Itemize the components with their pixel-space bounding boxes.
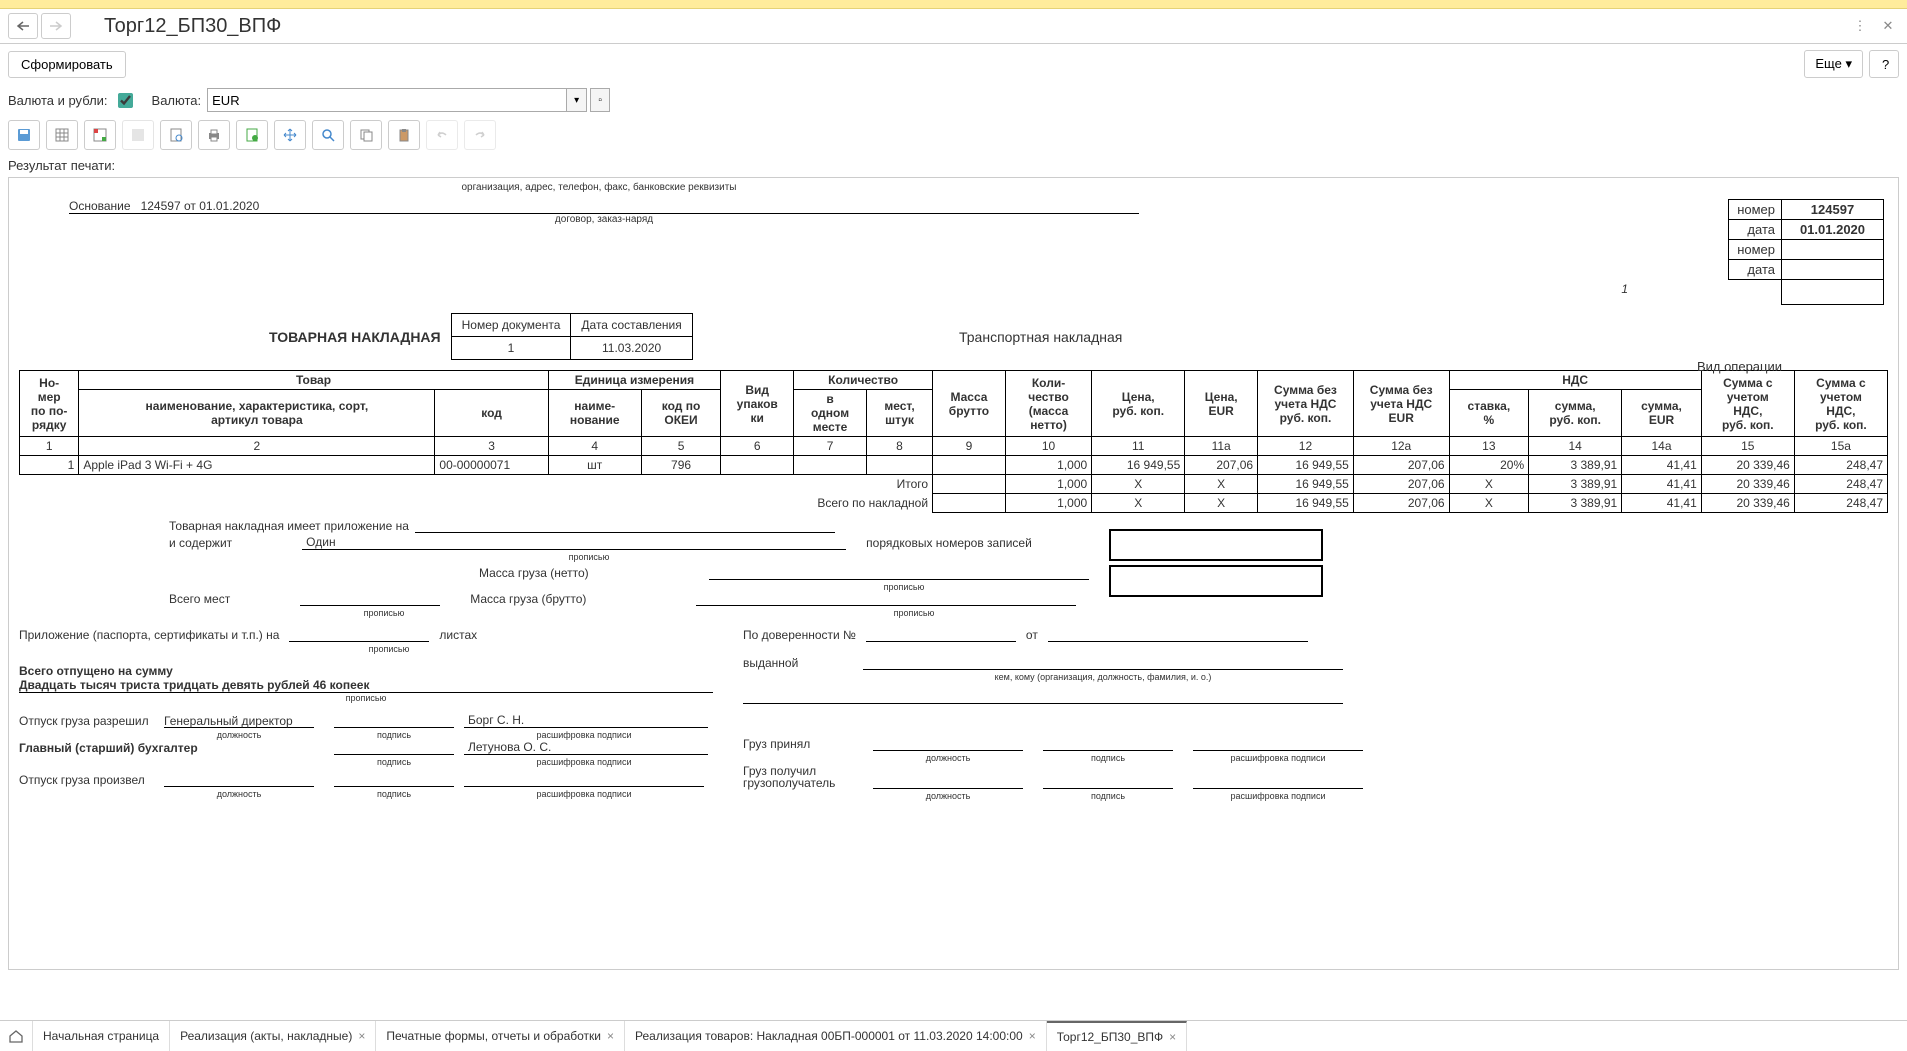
redo-icon[interactable]: [464, 120, 496, 150]
currency-rubles-checkbox[interactable]: [118, 93, 133, 108]
forward-button[interactable]: [41, 13, 71, 39]
grid-color-icon[interactable]: [84, 120, 116, 150]
copy-icon[interactable]: [350, 120, 382, 150]
tab-close-icon[interactable]: ×: [1029, 1029, 1036, 1043]
tabs-bar: Начальная страница Реализация (акты, накл…: [0, 1020, 1907, 1051]
move-icon[interactable]: [274, 120, 306, 150]
header-row: Торг12_БП30_ВПФ ⋮ ✕: [0, 9, 1907, 44]
undo-icon[interactable]: [426, 120, 458, 150]
close-icon[interactable]: ✕: [1877, 15, 1899, 37]
tab-4[interactable]: Торг12_БП30_ВПФ ×: [1047, 1021, 1187, 1051]
tab-label: Торг12_БП30_ВПФ: [1057, 1030, 1163, 1044]
tab-close-icon[interactable]: ×: [607, 1029, 614, 1043]
menu-dots-icon[interactable]: ⋮: [1849, 15, 1871, 37]
mass-gross-box: [1109, 565, 1323, 597]
tab-close-icon[interactable]: ×: [358, 1029, 365, 1043]
org-caption: организация, адрес, телефон, факс, банко…: [299, 182, 899, 193]
form-button[interactable]: Сформировать: [8, 51, 126, 78]
basis-label: Основание: [69, 199, 131, 213]
preview-area[interactable]: организация, адрес, телефон, факс, банко…: [8, 177, 1899, 970]
tab-0[interactable]: Начальная страница: [33, 1021, 170, 1051]
params-row: Валюта и рубли: Валюта: ▾ ▫: [0, 84, 1907, 116]
main-table: Но- мер по по- рядку Товар Единица измер…: [19, 370, 1888, 513]
tab-2[interactable]: Печатные формы, отчеты и обработки ×: [376, 1021, 625, 1051]
page-number: 1: [1621, 282, 1628, 296]
basis-value: 124597 от 01.01.2020: [141, 199, 260, 213]
doc-number-box: номер124597 дата01.01.2020 номер дата: [1728, 199, 1884, 305]
tab-3[interactable]: Реализация товаров: Накладная 00БП-00000…: [625, 1021, 1047, 1051]
tab-label: Начальная страница: [43, 1029, 159, 1043]
currency-rubles-label: Валюта и рубли:: [8, 93, 108, 108]
home-tab-icon[interactable]: [0, 1021, 33, 1051]
transport-label: Транспортная накладная: [959, 329, 1122, 345]
command-bar: Сформировать Еще ▾ ?: [0, 44, 1907, 84]
table-row: 1Apple iPad 3 Wi-Fi + 4G00-00000071шт796…: [20, 456, 1888, 475]
currency-input[interactable]: [207, 88, 567, 112]
print-icon[interactable]: [198, 120, 230, 150]
doc-num-table: Номер документаДата составления 111.03.2…: [451, 313, 693, 360]
page-setup-icon[interactable]: [236, 120, 268, 150]
save-icon[interactable]: [8, 120, 40, 150]
contract-caption: договор, заказ-наряд: [69, 214, 1139, 225]
tab-label: Печатные формы, отчеты и обработки: [386, 1029, 601, 1043]
print-toolbar: [0, 116, 1907, 154]
grid-icon[interactable]: [46, 120, 78, 150]
tab-label: Реализация (акты, накладные): [180, 1029, 352, 1043]
paste-icon[interactable]: [388, 120, 420, 150]
table-icon[interactable]: [122, 120, 154, 150]
more-button[interactable]: Еще ▾: [1804, 50, 1863, 78]
tab-1[interactable]: Реализация (акты, накладные) ×: [170, 1021, 376, 1051]
currency-label: Валюта:: [152, 93, 202, 108]
preview-icon[interactable]: [160, 120, 192, 150]
tab-label: Реализация товаров: Накладная 00БП-00000…: [635, 1029, 1023, 1043]
tab-close-icon[interactable]: ×: [1169, 1030, 1176, 1044]
chevron-down-icon: ▾: [1845, 56, 1852, 71]
op-label: Вид операции: [1697, 359, 1782, 374]
doc-title: ТОВАРНАЯ НАКЛАДНАЯ: [269, 329, 441, 345]
yellow-topbar: [0, 0, 1907, 9]
result-label: Результат печати:: [0, 154, 1907, 177]
help-button[interactable]: ?: [1869, 50, 1899, 78]
page-title: Торг12_БП30_ВПФ: [104, 15, 281, 38]
mass-net-box: [1109, 529, 1323, 561]
search-icon[interactable]: [312, 120, 344, 150]
currency-open-button[interactable]: ▫: [590, 88, 610, 112]
currency-dropdown-button[interactable]: ▾: [567, 88, 587, 112]
back-button[interactable]: [8, 13, 38, 39]
